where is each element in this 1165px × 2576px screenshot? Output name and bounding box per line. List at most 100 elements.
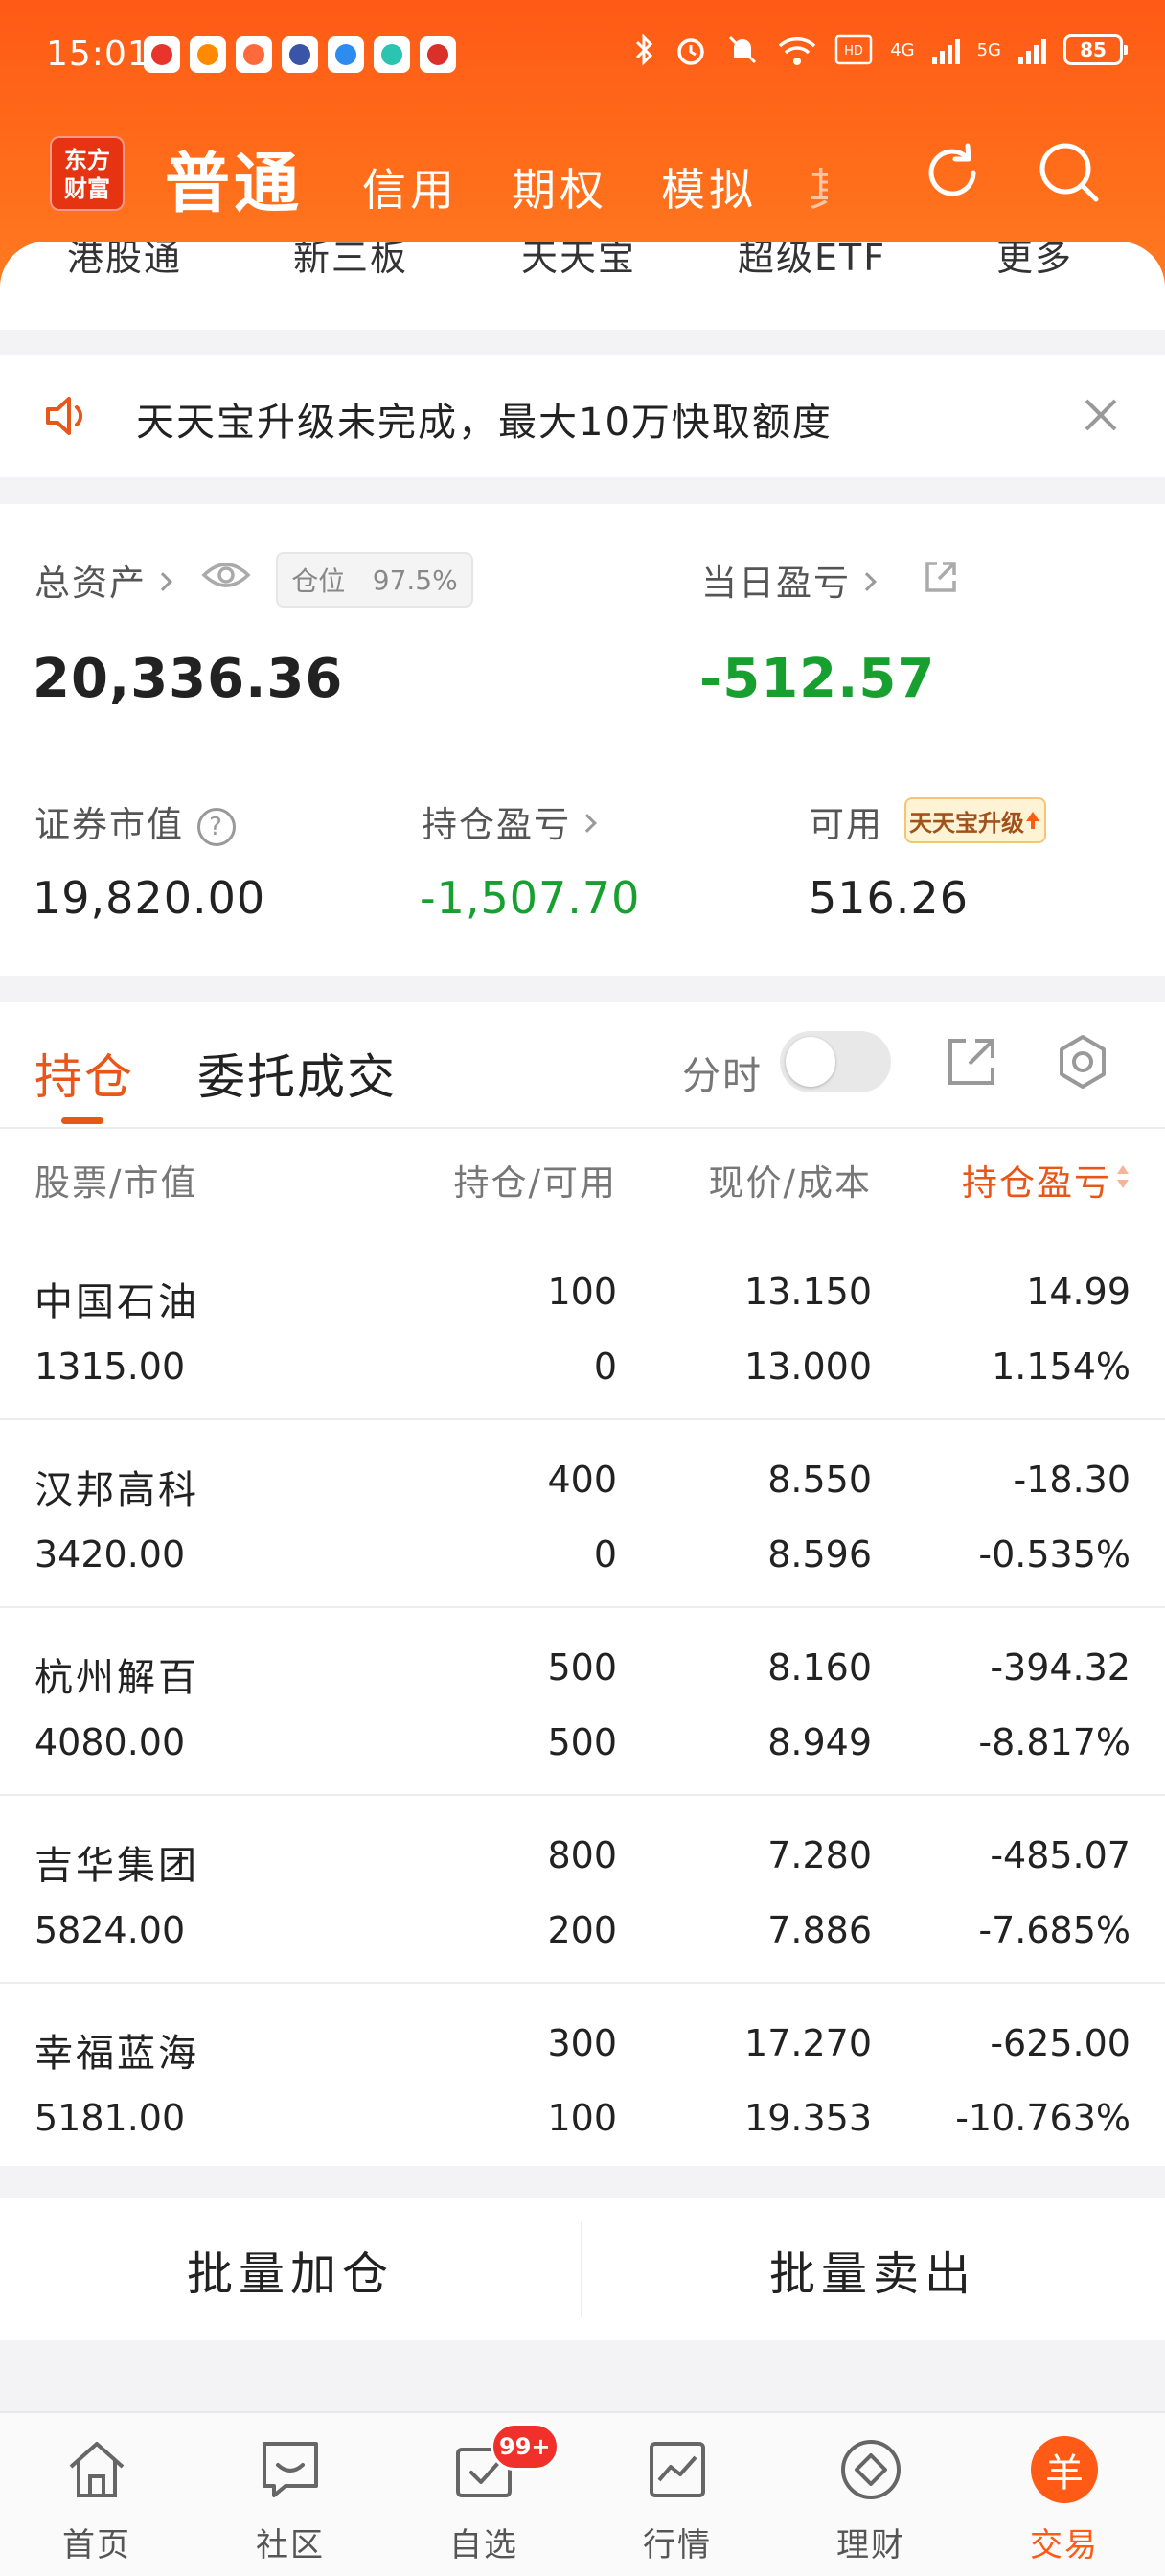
column-header-qty: 持仓/可用 [453,1162,617,1204]
status-time: 15:01 [46,34,150,74]
nav-watchlist[interactable]: 99+ 自选 [387,2413,581,2576]
daily-pl-link[interactable]: 当日盈亏 [701,554,877,606]
stock-pl: -485.07 [990,1834,1131,1876]
clock-app-icon [236,36,272,73]
quick-entry-neeq[interactable]: 新三板 [293,242,408,281]
help-icon[interactable]: ? [197,807,236,846]
stock-name: 幸福蓝海 [34,2032,199,2076]
tab-options[interactable]: 期权 [512,155,607,218]
total-assets-value: 20,336.36 [33,648,344,710]
tab-holdings[interactable]: 持仓 [34,1039,134,1108]
table-row[interactable]: 幸福蓝海 5181.00 300 100 17.270 19.353 -625.… [0,1984,1165,2172]
stock-cost: 8.596 [767,1533,872,1576]
stock-pl: 14.99 [1026,1271,1131,1313]
home-icon [69,2442,125,2497]
notice-bar[interactable]: 天天宝升级未完成，最大10万快取额度 [0,355,1165,477]
timeshare-toggle[interactable] [780,1031,891,1092]
table-row[interactable]: 杭州解百 4080.00 500 500 8.160 8.949 -394.32… [0,1608,1165,1796]
quick-entry-more[interactable]: 更多 [996,242,1073,281]
notification-icons [144,36,456,73]
arrow-up-icon [1026,812,1039,829]
stock-name: 吉华集团 [34,1844,199,1888]
close-icon[interactable] [1079,393,1123,437]
external-link-icon[interactable] [922,558,960,596]
battery-icon: 85 [1063,34,1128,65]
refresh-icon[interactable] [916,136,989,209]
signal-4g-icon [931,35,960,64]
chevron-right-icon [857,571,877,591]
bluetooth-icon [636,34,653,66]
holding-pl-link[interactable]: 持仓盈亏 [422,795,597,847]
network-5g-label: 5G [976,39,1001,60]
nav-trade[interactable]: 羊 交易 [968,2413,1161,2576]
status-bar: 15:01 HD 4G 5G 85 [0,27,1165,88]
tab-normal[interactable]: 普通 [165,130,303,225]
available-label: 可用 [809,804,883,845]
video-app-icon [144,36,180,73]
wallet-app-icon [328,36,364,73]
status-indicators: HD 4G 5G 85 [633,33,1128,67]
account-type-nav: 东方 财富 普通 信用 期权 模拟 其 [0,126,1165,222]
assets-panel: 总资产 仓位 97.5% 当日盈亏 20,336.36 -512.57 证券市值… [0,504,1165,976]
shopping-app-icon [190,36,226,73]
table-row[interactable]: 中国石油 1315.00 100 0 13.150 13.000 14.99 1… [0,1232,1165,1420]
market-icon [650,2442,705,2497]
chat-app-icon [374,36,410,73]
timeshare-label: 分时 [682,1054,763,1098]
eye-icon[interactable] [201,556,251,594]
holding-pl-value: -1,507.70 [420,872,641,924]
stock-price: 7.280 [767,1834,872,1876]
mute-icon [729,35,757,64]
stock-price: 8.550 [767,1459,872,1501]
tab-orders[interactable]: 委托成交 [197,1039,397,1108]
column-header-price: 现价/成本 [708,1162,872,1204]
wifi-icon [778,37,816,65]
nav-community-label: 社区 [256,2526,325,2564]
total-assets-link[interactable]: 总资产 [34,554,172,606]
batch-sell-button[interactable]: 批量卖出 [582,2198,1163,2340]
nav-wealth-label: 理财 [836,2526,905,2564]
nav-home[interactable]: 首页 [0,2413,194,2576]
tab-credit[interactable]: 信用 [362,155,458,218]
stock-price: 17.270 [744,2022,872,2064]
position-ratio-badge: 仓位 97.5% [276,552,473,608]
daily-pl-value: -512.57 [699,648,936,710]
column-header-stock: 股票/市值 [34,1162,198,1204]
watchlist-badge: 99+ [491,2423,560,2471]
car-app-icon [420,36,456,73]
stock-market-value: 5181.00 [34,2097,186,2139]
market-value: 19,820.00 [33,872,266,924]
quick-entry-hk-connect[interactable]: 港股通 [67,242,182,281]
stock-pl-pct: -10.763% [955,2097,1131,2139]
holdings-panel: 持仓 委托成交 分时 股票/市值 持仓/可用 现价/成本 持仓盈亏 中国石油 1… [0,1002,1165,2166]
quick-entries-bar: 港股通 新三板 天天宝 超级ETF 更多 [0,242,1165,330]
stock-price: 8.160 [767,1646,872,1689]
stock-qty: 800 [547,1834,617,1876]
table-row[interactable]: 汉邦高科 3420.00 400 0 8.550 8.596 -18.30 -0… [0,1420,1165,1608]
network-4g-label: 4G [890,39,915,60]
search-icon[interactable] [1033,136,1106,209]
svg-text:HD: HD [844,44,863,58]
stock-qty: 300 [547,2022,617,2064]
settings-icon[interactable] [1054,1033,1111,1091]
stock-pl: -394.32 [990,1646,1131,1689]
tab-more-partial[interactable]: 其 [809,155,828,218]
stock-available: 0 [593,1346,617,1388]
table-row[interactable]: 吉华集团 5824.00 800 200 7.280 7.886 -485.07… [0,1796,1165,1984]
stock-qty: 100 [547,1271,617,1313]
nav-wealth[interactable]: 理财 [774,2413,968,2576]
tiantianbao-upgrade-badge[interactable]: 天天宝升级 [904,797,1046,843]
share-icon[interactable] [943,1033,1000,1091]
signal-5g-icon [1018,35,1046,64]
stock-market-value: 5824.00 [34,1909,186,1951]
nav-community[interactable]: 社区 [194,2413,387,2576]
quick-entry-super-etf[interactable]: 超级ETF [738,242,886,281]
tab-simulated[interactable]: 模拟 [661,155,757,218]
stock-pl-pct: -8.817% [978,1721,1131,1763]
batch-add-button[interactable]: 批量加仓 [0,2198,581,2340]
column-header-pl[interactable]: 持仓盈亏 [962,1154,1131,1206]
quick-entry-tiantianbao[interactable]: 天天宝 [521,242,636,281]
stock-market-value: 1315.00 [34,1346,186,1388]
speaker-icon [46,397,83,435]
nav-market[interactable]: 行情 [581,2413,774,2576]
